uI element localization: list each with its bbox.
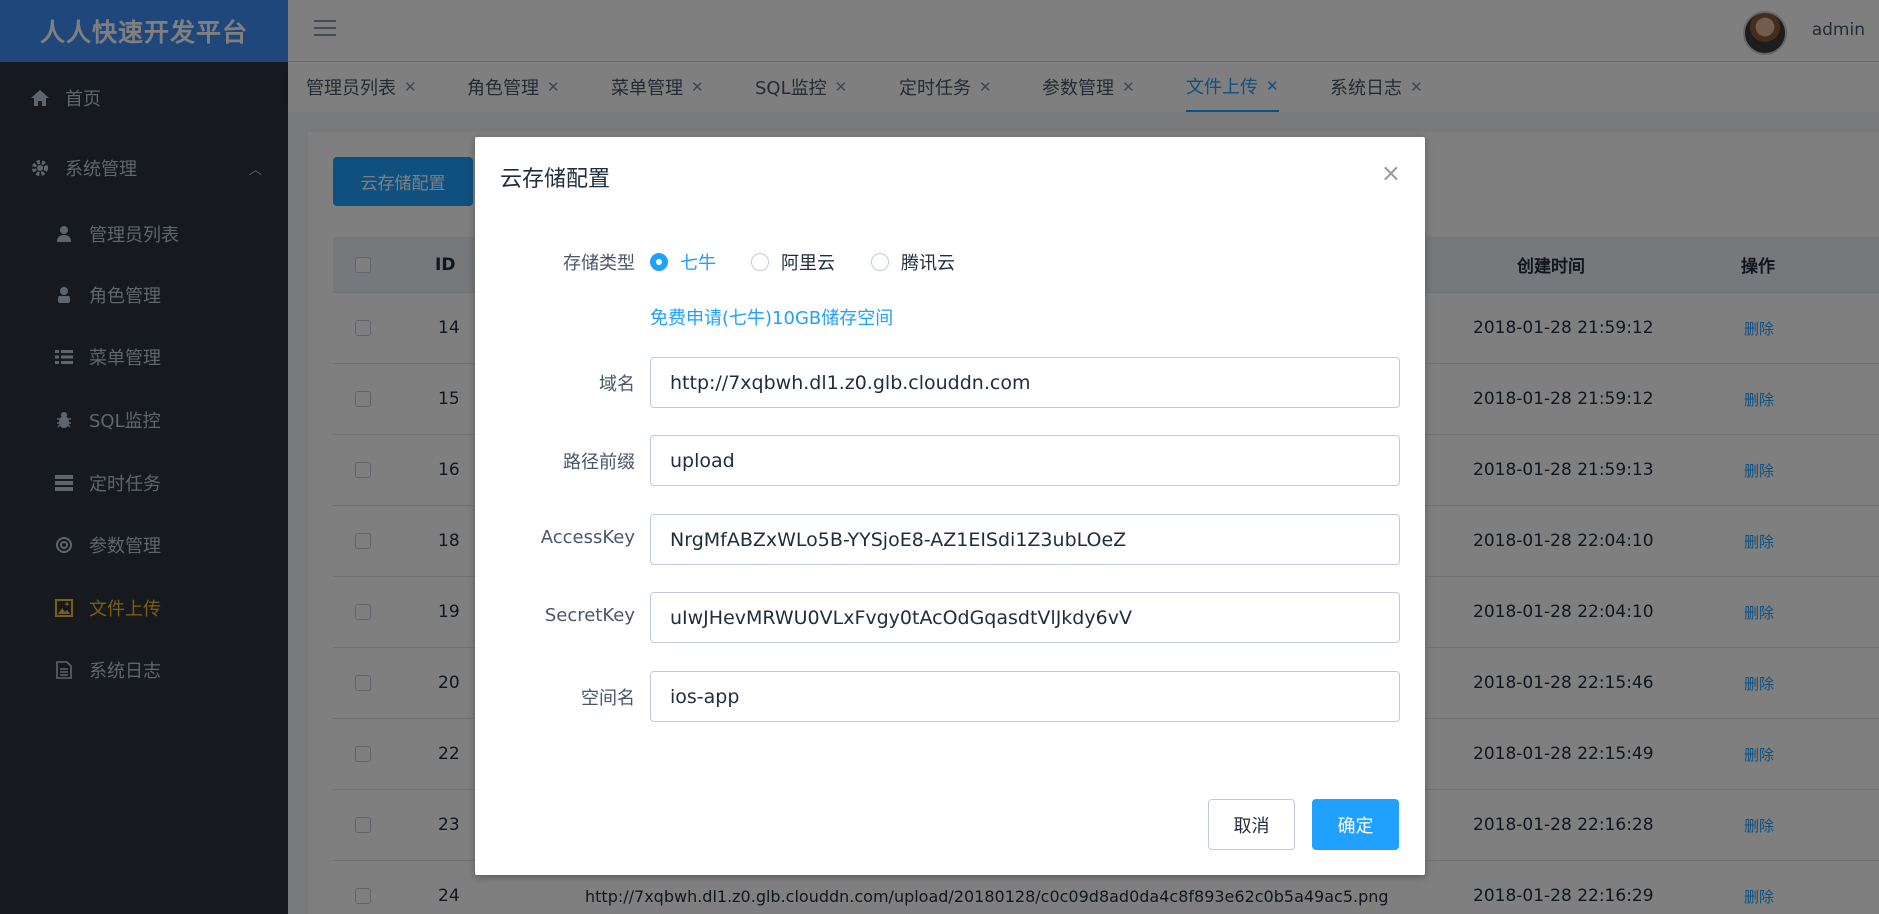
domain-input[interactable]	[650, 357, 1400, 408]
prefix-label: 路径前缀	[563, 452, 635, 473]
secret-key-label: SecretKey	[544, 605, 635, 626]
radio-label: 阿里云	[781, 253, 835, 274]
cancel-button[interactable]: 取消	[1208, 799, 1295, 850]
dialog-title: 云存储配置	[500, 167, 611, 192]
bucket-input[interactable]	[650, 671, 1400, 722]
radio-aliyun[interactable]: 阿里云	[751, 249, 835, 275]
radio-dot	[751, 253, 769, 271]
radio-dot	[871, 253, 889, 271]
domain-label: 域名	[599, 374, 635, 395]
radio-label: 七牛	[680, 253, 716, 274]
confirm-button[interactable]: 确定	[1312, 799, 1399, 850]
access-key-label: AccessKey	[540, 527, 635, 548]
radio-dot	[650, 253, 668, 271]
prefix-input[interactable]	[650, 435, 1400, 486]
close-icon[interactable]: ×	[1381, 161, 1401, 185]
radio-tencent[interactable]: 腾讯云	[871, 249, 955, 275]
free-apply-link[interactable]: 免费申请(七牛)10GB储存空间	[650, 304, 893, 330]
storage-type-label: 存储类型	[563, 253, 635, 274]
access-key-input[interactable]	[650, 514, 1400, 565]
secret-key-input[interactable]	[650, 592, 1400, 643]
bucket-label: 空间名	[581, 688, 635, 709]
radio-qiniu[interactable]: 七牛	[650, 249, 716, 275]
cloud-storage-dialog: 云存储配置 × 存储类型 七牛 阿里云 腾讯云 免费申请(七牛)10GB储存空间…	[475, 137, 1425, 875]
radio-label: 腾讯云	[901, 253, 955, 274]
